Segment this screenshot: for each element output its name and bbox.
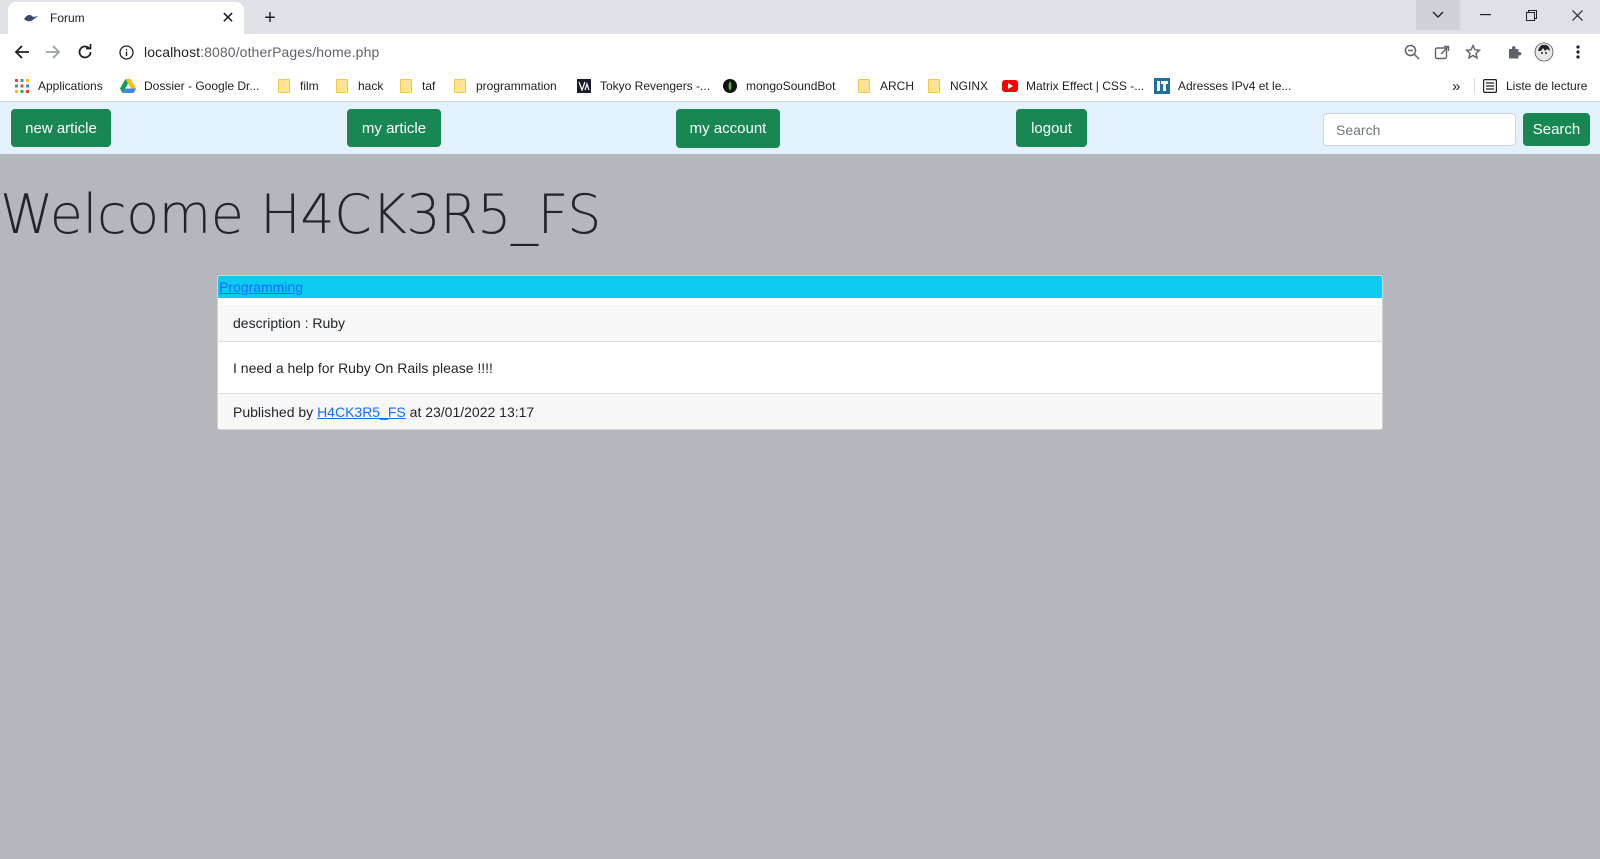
close-window-icon[interactable]: [1554, 0, 1600, 30]
article-category-bar: Programming: [218, 276, 1382, 298]
bookmark-item[interactable]: programmation: [452, 76, 557, 96]
back-icon[interactable]: [9, 39, 35, 65]
share-icon[interactable]: [1432, 42, 1452, 62]
bookmark-item[interactable]: NGINX: [926, 76, 988, 96]
search-button[interactable]: Search: [1523, 113, 1590, 146]
folder-icon: [452, 78, 468, 94]
published-date: at 23/01/2022 13:17: [405, 404, 535, 420]
browser-tab-strip: Forum ✕ +: [0, 0, 1600, 34]
bookmark-label: film: [300, 79, 319, 93]
bookmarks-overflow-icon[interactable]: »: [1452, 76, 1460, 96]
my-article-button[interactable]: my article: [347, 109, 441, 147]
site-favicon-icon: [22, 13, 40, 23]
my-account-button[interactable]: my account: [676, 109, 780, 148]
zoom-icon[interactable]: [1402, 42, 1422, 62]
bookmark-item[interactable]: ARCH: [856, 76, 914, 96]
url-text: localhost:8080/otherPages/home.php: [144, 44, 379, 60]
bookmark-item[interactable]: taf: [398, 76, 435, 96]
profile-avatar-icon[interactable]: [1534, 42, 1554, 62]
article-footer: Published by H4CK3R5_FS at 23/01/2022 13…: [218, 393, 1382, 429]
article-description: description : Ruby: [218, 305, 1382, 342]
bookmark-label: NGINX: [950, 79, 989, 93]
bookmark-label: Tokyo Revengers -...: [600, 79, 711, 93]
bookmark-item[interactable]: Applications: [14, 76, 103, 96]
search-input[interactable]: [1323, 113, 1516, 146]
it-icon: [1154, 78, 1170, 94]
bookmark-item[interactable]: Matrix Effect | CSS -...: [1002, 76, 1144, 96]
site-icon: [576, 78, 592, 94]
new-tab-icon[interactable]: +: [258, 6, 282, 30]
browser-tab[interactable]: Forum ✕: [8, 2, 244, 34]
article-category-link[interactable]: Programming: [219, 279, 303, 295]
youtube-icon: [1002, 78, 1018, 94]
folder-icon: [334, 78, 350, 94]
site-info-icon[interactable]: [118, 44, 134, 60]
bookmark-label: hack: [358, 79, 384, 93]
folder-icon: [926, 78, 942, 94]
url-path: :8080/otherPages/home.php: [200, 44, 380, 60]
browser-toolbar: localhost:8080/otherPages/home.php: [0, 34, 1600, 70]
folder-icon: [276, 78, 292, 94]
bookmark-label: Applications: [38, 79, 103, 93]
bookmarks-bar: Applications Dossier - Google Dr... film…: [0, 70, 1600, 102]
bookmark-item[interactable]: hack: [334, 76, 383, 96]
bookmark-label: programmation: [476, 79, 557, 93]
author-link[interactable]: H4CK3R5_FS: [317, 404, 406, 420]
welcome-heading: Welcome H4CK3R5_FS: [0, 183, 601, 246]
restore-icon[interactable]: [1508, 0, 1554, 30]
url-host: localhost: [144, 44, 201, 60]
bookmark-label: Matrix Effect | CSS -...: [1026, 79, 1145, 93]
forward-icon[interactable]: [40, 39, 66, 65]
tab-title: Forum: [50, 11, 85, 25]
bookmark-item[interactable]: Adresses IPv4 et le...: [1154, 76, 1291, 96]
google-drive-icon: [120, 78, 136, 94]
bookmark-item[interactable]: Dossier - Google Dr...: [120, 76, 259, 96]
logout-button[interactable]: logout: [1016, 109, 1087, 147]
bookmark-label: mongoSoundBot: [746, 79, 836, 93]
article-card: Programming description : Ruby I need a …: [217, 275, 1383, 430]
minimize-icon[interactable]: [1462, 0, 1508, 30]
tab-search-icon[interactable]: [1416, 0, 1460, 30]
folder-icon: [398, 78, 414, 94]
address-bar[interactable]: localhost:8080/otherPages/home.php: [108, 38, 1592, 66]
bookmark-label: Dossier - Google Dr...: [144, 79, 260, 93]
apps-grid-icon: [14, 78, 30, 94]
bookmark-item[interactable]: mongoSoundBot: [722, 76, 835, 96]
extensions-icon[interactable]: [1504, 42, 1524, 62]
mongodb-icon: [722, 78, 738, 94]
reading-list-button[interactable]: Liste de lecture: [1482, 76, 1587, 96]
bookmark-label: taf: [422, 79, 436, 93]
browser-menu-icon[interactable]: [1568, 42, 1588, 62]
reload-icon[interactable]: [72, 39, 98, 65]
article-body: I need a help for Ruby On Rails please !…: [233, 359, 493, 376]
new-article-button[interactable]: new article: [11, 109, 111, 147]
bookmark-label: Adresses IPv4 et le...: [1178, 79, 1292, 93]
bookmark-item[interactable]: film: [276, 76, 319, 96]
bookmarks-separator: [1474, 78, 1475, 94]
bookmark-star-icon[interactable]: [1463, 42, 1483, 62]
published-prefix: Published by: [233, 404, 318, 420]
reading-list-label: Liste de lecture: [1506, 79, 1588, 93]
close-tab-icon[interactable]: ✕: [218, 8, 238, 28]
bookmark-item[interactable]: Tokyo Revengers -...: [576, 76, 710, 96]
folder-icon: [856, 78, 872, 94]
reading-list-icon: [1482, 78, 1498, 94]
bookmark-label: ARCH: [880, 79, 915, 93]
